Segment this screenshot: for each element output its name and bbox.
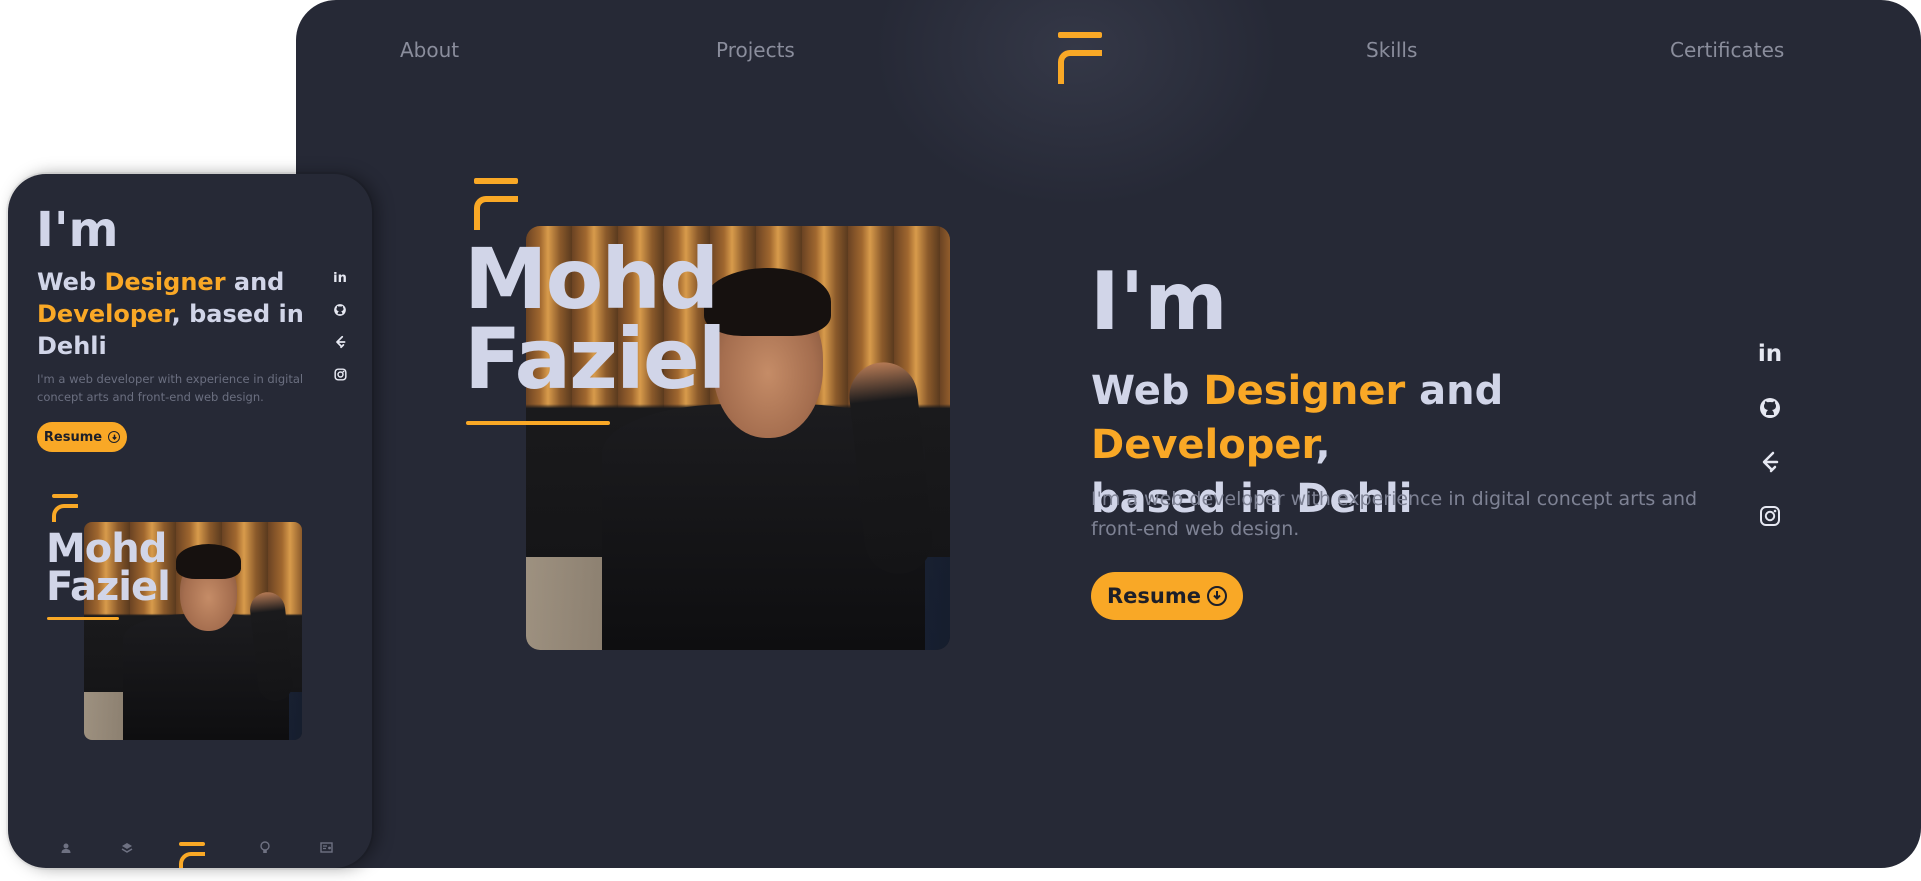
- instagram-icon[interactable]: [1756, 502, 1784, 530]
- mobile-name-last: Faziel: [46, 564, 171, 610]
- nav-skills-link[interactable]: Skills: [1366, 38, 1417, 62]
- name-first: Mohd: [464, 230, 719, 328]
- mobile-corner-bracket-icon: [52, 494, 78, 522]
- linkedin-icon[interactable]: in: [332, 270, 348, 286]
- download-icon: [108, 431, 121, 443]
- leetcode-icon[interactable]: [332, 334, 348, 350]
- user-icon[interactable]: [60, 839, 72, 858]
- desktop-preview: About Projects Skills Certificates Mohd …: [296, 0, 1921, 868]
- hero-intro: I'm: [1090, 255, 1228, 348]
- instagram-icon[interactable]: [332, 366, 348, 382]
- mobile-hero-description: I'm a web developer with experience in d…: [37, 372, 304, 404]
- nav-certificates-link[interactable]: Certificates: [1670, 38, 1784, 62]
- nav-projects-link[interactable]: Projects: [716, 38, 795, 62]
- mobile-preview: I'm Web Designer and Developer, based in D…: [8, 174, 372, 868]
- mobile-resume-button[interactable]: Resume: [37, 422, 127, 452]
- layers-icon[interactable]: [121, 839, 133, 858]
- resume-button[interactable]: Resume: [1091, 572, 1243, 620]
- certificate-icon[interactable]: [320, 839, 333, 858]
- logo-icon[interactable]: [1058, 32, 1102, 84]
- lightbulb-icon[interactable]: [260, 839, 270, 858]
- resume-button-label: Resume: [1107, 584, 1201, 608]
- mobile-name-first: Mohd: [46, 526, 167, 572]
- top-navigation: About Projects Skills Certificates: [296, 0, 1921, 100]
- corner-bracket-icon: [474, 178, 518, 230]
- mobile-hero-intro: I'm: [36, 202, 119, 258]
- mobile-social-links: in: [332, 270, 348, 382]
- mobile-logo-icon[interactable]: [179, 842, 205, 868]
- hero-description: I'm a web developer with experience in d…: [1091, 488, 1698, 540]
- mobile-profile-name: Mohd Faziel: [46, 526, 171, 610]
- leetcode-icon[interactable]: [1756, 448, 1784, 476]
- download-icon: [1207, 586, 1227, 606]
- profile-name: Mohd Faziel: [464, 230, 727, 408]
- github-icon[interactable]: [1756, 394, 1784, 422]
- name-underline: [466, 421, 610, 425]
- social-links: in: [1756, 340, 1784, 530]
- mobile-name-underline: [47, 617, 119, 620]
- mobile-hero-headline: Web Designer and Developer, based in Dehli: [37, 268, 304, 360]
- linkedin-icon[interactable]: in: [1756, 340, 1784, 368]
- mobile-bottom-nav: [8, 828, 372, 868]
- mobile-resume-button-label: Resume: [43, 429, 103, 445]
- name-last: Faziel: [464, 309, 727, 408]
- github-icon[interactable]: [332, 302, 348, 318]
- nav-about-link[interactable]: About: [400, 38, 459, 62]
